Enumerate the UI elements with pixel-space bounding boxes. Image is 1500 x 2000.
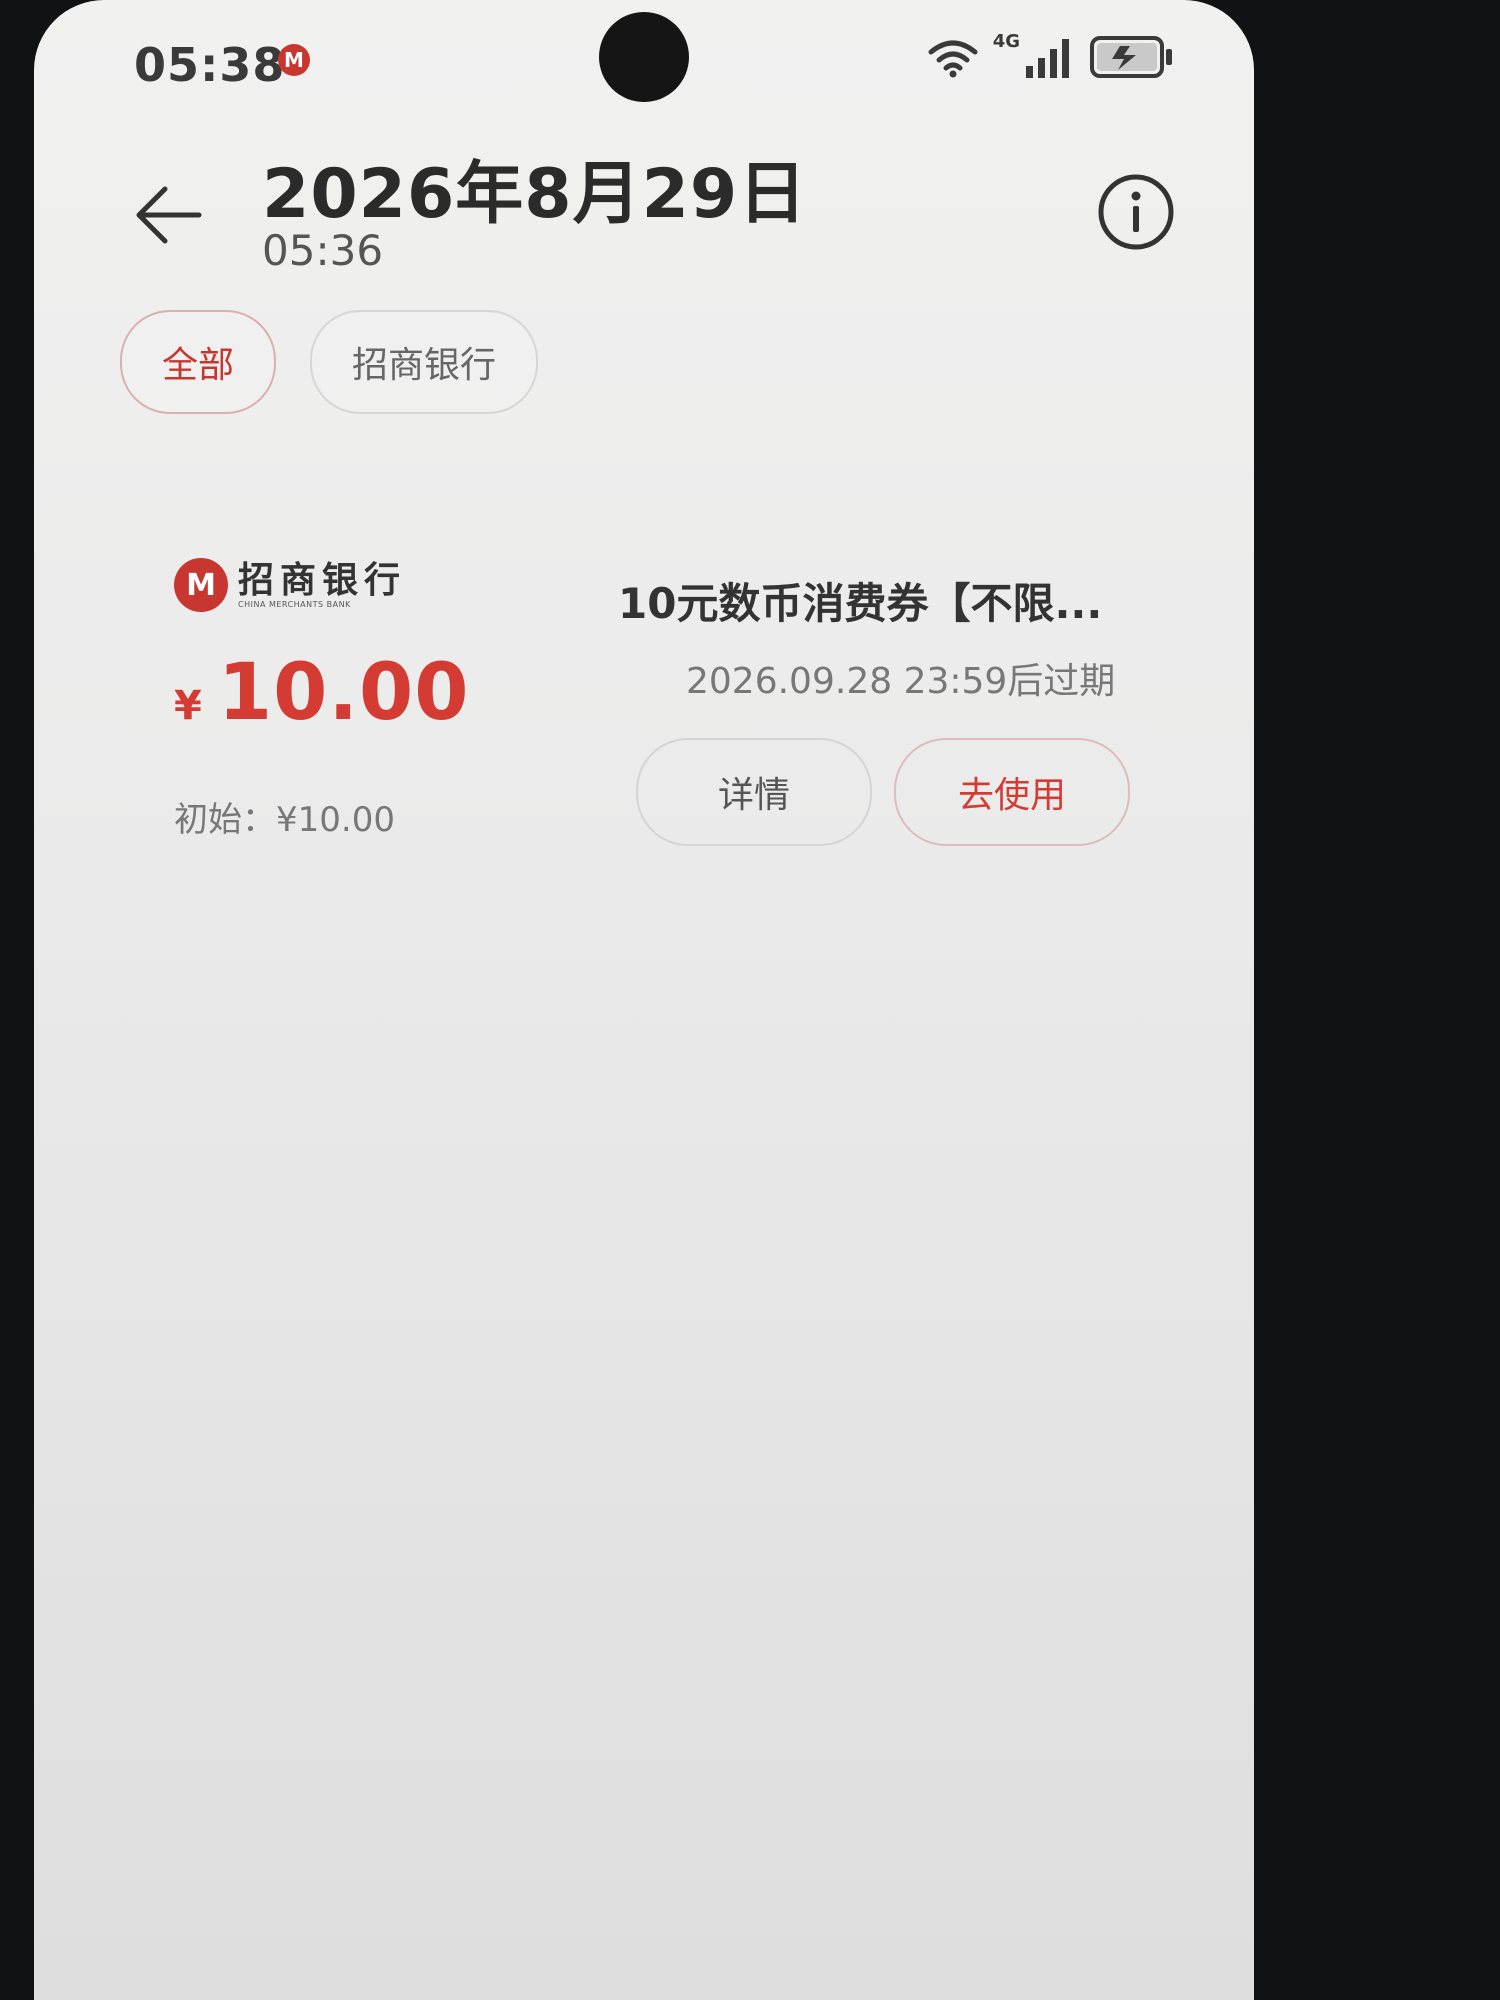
coupon-actions: 详情 去使用: [636, 738, 1130, 846]
page-header: 2026年8月29日 05:36: [34, 130, 1254, 280]
initial-amount: 初始：¥10.00: [174, 800, 395, 840]
filter-chip-cmb[interactable]: 招商银行: [310, 310, 539, 414]
amount-value: 10.00: [217, 648, 470, 738]
phone-screen: 05:38 M 4G 2026年8月29日 05:36 全部 招商银行 M 招商…: [34, 0, 1254, 2000]
filter-chip-all[interactable]: 全部: [120, 310, 277, 414]
status-time: 05:38: [134, 38, 286, 92]
coupon-amount: ¥ 10.00: [174, 648, 470, 738]
network-type-label: 4G: [992, 31, 1020, 52]
status-icons: 4G: [927, 31, 1174, 78]
page-title: 2026年8月29日: [262, 155, 808, 234]
cmb-notification-icon: M: [278, 44, 310, 76]
currency-symbol: ¥: [174, 683, 202, 729]
filter-chips: 全部 招商银行: [120, 310, 539, 414]
detail-button[interactable]: 详情: [636, 738, 872, 846]
bank-name-en: CHINA MERCHANTS BANK: [238, 599, 351, 609]
expiry-date: 2026.09.28 23:59后过期: [686, 661, 1116, 702]
coupon-card[interactable]: M 招商银行 CHINA MERCHANTS BANK ¥ 10.00 初始：¥…: [134, 540, 1154, 860]
front-camera: [599, 12, 689, 102]
signal-icon: [1024, 36, 1076, 78]
coupon-title: 10元数币消费券【不限...: [618, 579, 1103, 628]
cmb-logo-icon: M: [174, 558, 228, 612]
bank-name-cn: 招商银行: [238, 559, 407, 601]
info-circle-icon: [1098, 174, 1174, 250]
page-subtitle-time: 05:36: [262, 226, 384, 275]
status-bar: 05:38 M 4G: [34, 0, 1254, 120]
back-button[interactable]: [124, 170, 214, 260]
bank-logo: M 招商银行 CHINA MERCHANTS BANK: [174, 558, 406, 612]
battery-charging-icon: [1090, 36, 1174, 78]
use-button[interactable]: 去使用: [894, 738, 1130, 846]
info-button[interactable]: [1096, 172, 1176, 252]
arrow-left-icon: [136, 186, 202, 244]
wifi-icon: [927, 38, 979, 78]
